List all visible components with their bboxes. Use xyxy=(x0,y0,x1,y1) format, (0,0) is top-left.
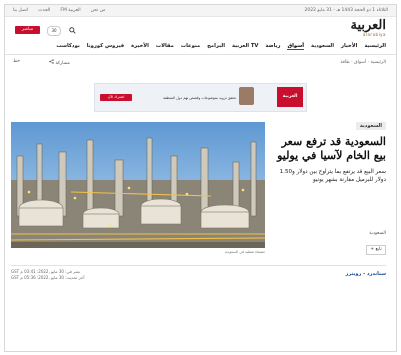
top-links: من نحن العربية FM الحدث اتصل بنا xyxy=(13,8,105,13)
ad-banner[interactable]: العربية تحقق تزويد بموضوعات وقصص تهم دول… xyxy=(94,83,307,112)
live-button[interactable]: مباشر xyxy=(15,26,40,34)
article-category[interactable]: السعودية xyxy=(355,122,386,130)
top-link-fm[interactable]: العربية FM xyxy=(60,8,80,13)
nav-home[interactable]: الرئيسية xyxy=(364,43,386,50)
breadcrumb-row: الرئيسية · أسواق · طاقة مشاركة خط xyxy=(5,57,396,69)
nav-articles[interactable]: مقالات xyxy=(156,43,174,50)
top-link-contact[interactable]: اتصل بنا xyxy=(13,8,28,13)
browser-frame: الثلاثاء 1 ذو الحجة 1443 هـ - 31 مايو 20… xyxy=(4,4,397,352)
ad-logo: العربية xyxy=(277,87,303,107)
ad-subscribe-button[interactable]: اشترك الآن xyxy=(100,94,132,101)
current-date: الثلاثاء 1 ذو الحجة 1443 هـ - 31 مايو 20… xyxy=(304,8,388,13)
article-source[interactable]: ستاندرد - رويترز xyxy=(346,271,387,277)
share-label: مشاركة xyxy=(55,61,70,66)
updated-time: آخر تحديث: 30 مايو ,2022: 05:36 م GST xyxy=(11,275,85,280)
article-times: نشر في: 30 مايو ,2022: 03:41 م GST آخر ت… xyxy=(11,269,84,281)
ad-text: تحقق تزويد بموضوعات وقصص تهم دول المنطقة xyxy=(163,96,236,100)
site-header: العربية alarabiya مباشر 30 xyxy=(5,16,396,41)
search-icon[interactable] xyxy=(69,27,76,36)
nav-tv[interactable]: العربية TV xyxy=(232,43,258,50)
top-link-about[interactable]: من نحن xyxy=(91,8,106,13)
hero-image[interactable] xyxy=(11,122,265,248)
nav-news[interactable]: الأخبار xyxy=(341,43,357,50)
topic-tag[interactable]: السعودية xyxy=(369,231,386,236)
divider xyxy=(11,265,386,266)
main-nav: الرئيسية الأخبار السعودية أسواق رياضة ال… xyxy=(5,41,396,55)
image-caption: مصفاة نفطية في السعودية xyxy=(224,250,265,254)
refinery-photo xyxy=(11,122,265,248)
logo-arabic: العربية xyxy=(350,18,386,33)
ad-person-image xyxy=(239,87,254,105)
weather-badge[interactable]: 30 xyxy=(47,26,61,36)
nav-sports[interactable]: رياضة xyxy=(265,43,280,50)
top-link-alhadath[interactable]: الحدث xyxy=(38,8,50,13)
article-headline: السعودية قد ترفع سعر بيع الخام لآسيا في … xyxy=(277,135,386,162)
nav-variety[interactable]: منوعات xyxy=(181,43,200,50)
nav-saudi[interactable]: السعودية xyxy=(311,43,334,50)
share-icon xyxy=(49,59,54,64)
nav-corona[interactable]: فيروس كورونا xyxy=(87,43,124,50)
font-size-label: خط xyxy=(13,59,21,64)
follow-button[interactable]: + تابع xyxy=(366,245,386,255)
article-summary: سعر البيع قد يرتفع بما يتراوح بين دولار … xyxy=(279,169,386,183)
nav-last[interactable]: الأخيرة xyxy=(131,43,149,50)
site-logo[interactable]: العربية alarabiya xyxy=(350,18,386,37)
nav-podcast[interactable]: بودكاست xyxy=(56,43,79,50)
share-button[interactable]: مشاركة xyxy=(49,59,70,66)
breadcrumb[interactable]: الرئيسية · أسواق · طاقة xyxy=(340,60,386,65)
nav-programs[interactable]: البرامج xyxy=(207,43,225,50)
nav-markets[interactable]: أسواق xyxy=(287,43,305,50)
font-size-button[interactable]: خط xyxy=(13,59,20,64)
